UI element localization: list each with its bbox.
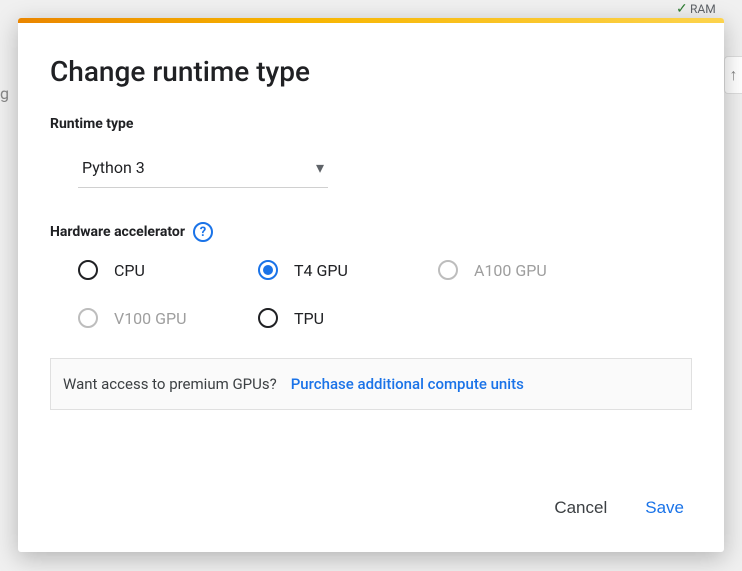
radio-t4-gpu[interactable]: T4 GPU [258,260,412,280]
dialog-title: Change runtime type [50,55,692,88]
caret-down-icon: ▾ [316,158,324,177]
cancel-button[interactable]: Cancel [550,492,611,524]
save-button[interactable]: Save [641,492,688,524]
hardware-accelerator-text: Hardware accelerator [50,224,185,240]
radio-label: V100 GPU [114,309,187,328]
radio-tpu[interactable]: TPU [258,308,412,328]
check-icon: ✓ [676,2,688,16]
runtime-type-select[interactable]: Python 3 ▾ [78,150,328,188]
ram-label: RAM [690,2,742,16]
radio-label: T4 GPU [294,261,348,280]
help-icon[interactable]: ? [193,222,213,242]
dialog-actions: Cancel Save [18,468,724,552]
radio-a100-gpu: A100 GPU [438,260,592,280]
radio-button-icon [78,260,98,280]
upload-icon: ↑ [730,65,738,85]
radio-v100-gpu: V100 GPU [78,308,232,328]
radio-button-icon [78,308,98,328]
radio-label: A100 GPU [474,261,547,280]
upload-chip[interactable]: ↑ [724,56,742,94]
radio-button-icon [438,260,458,280]
runtime-type-value: Python 3 [82,158,145,177]
hardware-accelerator-label: Hardware accelerator ? [50,222,692,242]
radio-cpu[interactable]: CPU [78,260,232,280]
radio-button-icon [258,260,278,280]
radio-button-icon [258,308,278,328]
radio-label: CPU [114,261,145,280]
radio-label: TPU [294,309,324,328]
accelerator-radio-group: CPU T4 GPU A100 GPU V100 GPU TPU [78,260,692,328]
upsell-text: Want access to premium GPUs? [63,375,277,393]
upsell-link[interactable]: Purchase additional compute units [291,375,524,393]
runtime-dialog: Change runtime type Runtime type Python … [18,18,724,552]
upsell-banner: Want access to premium GPUs? Purchase ad… [50,358,692,410]
dialog-content: Change runtime type Runtime type Python … [18,23,724,468]
runtime-type-label: Runtime type [50,116,692,132]
